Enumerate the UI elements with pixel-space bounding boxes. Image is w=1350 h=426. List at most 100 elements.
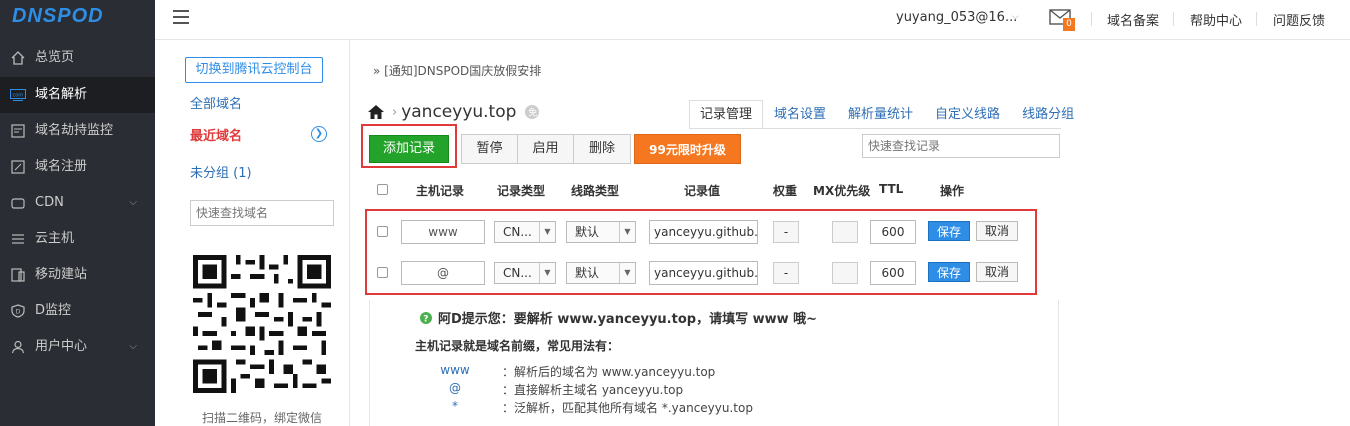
sidebar-item-label: 域名注册 <box>35 159 88 174</box>
host-input[interactable]: @ <box>401 261 485 285</box>
brand-logo[interactable]: DNSPOD <box>12 5 104 28</box>
sidebar-item-dns[interactable]: com 域名解析 <box>0 77 155 113</box>
sidebar-item-label: 域名劫持监控 <box>35 123 114 138</box>
recent-domains-link[interactable]: 最近域名 <box>190 125 242 144</box>
line-type-select[interactable]: 默认 ▼ <box>566 262 636 284</box>
svg-text:com: com <box>13 93 24 99</box>
chevron-right-icon[interactable]: ❯ <box>311 126 327 142</box>
cancel-button[interactable]: 取消 <box>976 262 1018 282</box>
chevron-right-icon: › <box>392 104 398 120</box>
sidebar-item-user-center[interactable]: 用户中心 ⌵ <box>0 329 155 365</box>
record-type-select[interactable]: CN... ▼ <box>494 221 556 243</box>
tip-desc: ：解析后的域名为 www.yanceyyu.top <box>502 365 716 379</box>
register-icon <box>10 159 26 175</box>
divider <box>1173 12 1174 26</box>
record-value-input[interactable]: yanceyyu.github.io <box>649 261 758 285</box>
monitor-icon <box>10 123 26 139</box>
select-value: CN... <box>503 266 532 280</box>
sidebar-item-hijack-monitor[interactable]: 域名劫持监控 <box>0 113 155 149</box>
free-plan-icon: 免 <box>525 105 540 119</box>
save-button[interactable]: 保存 <box>928 221 970 241</box>
select-all-checkbox[interactable] <box>377 184 388 195</box>
tip-subtitle: 主机记录就是域名前缀，常见用法有： <box>415 339 620 353</box>
enable-button[interactable]: 启用 <box>518 135 574 163</box>
dns-icon: com <box>10 87 26 103</box>
highlight-box: www CN... ▼ 默认 ▼ yanceyyu.github.io - 600 … <box>365 209 1037 295</box>
record-action-group: 暂停 启用 删除 <box>461 134 631 164</box>
feedback-link[interactable]: 问题反馈 <box>1273 10 1325 29</box>
sidebar-item-label: CDN <box>35 195 64 210</box>
sidebar-item-cdn[interactable]: CDN ⌵ <box>0 185 155 221</box>
svg-text:D: D <box>16 309 21 316</box>
ttl-input[interactable]: 600 <box>870 220 916 244</box>
tab-query-stats[interactable]: 解析量统计 <box>837 100 924 128</box>
domain-panel: 切换到腾讯云控制台 全部域名 最近域名 ❯ 未分组 (1) 扫描二维码，绑定微信 <box>155 40 350 426</box>
divider <box>1256 12 1257 26</box>
icp-filing-link[interactable]: 域名备案 <box>1107 10 1159 29</box>
line-type-select[interactable]: 默认 ▼ <box>566 221 636 243</box>
record-search-input[interactable] <box>862 134 1060 158</box>
weight-field: - <box>773 221 799 243</box>
tab-domain-settings[interactable]: 域名设置 <box>763 100 837 128</box>
sidebar: DNSPOD 总览页 com 域名解析 域名劫持监控 域名注册 CDN ⌵ 云主… <box>0 0 155 426</box>
caret-down-icon: ▼ <box>619 222 635 242</box>
tab-line-groups[interactable]: 线路分组 <box>1011 100 1085 128</box>
domain-search-input[interactable] <box>190 200 334 226</box>
help-center-link[interactable]: 帮助中心 <box>1190 10 1242 29</box>
home-icon <box>10 50 26 66</box>
menu-toggle-icon[interactable] <box>173 10 189 24</box>
home-icon[interactable] <box>368 105 384 119</box>
mx-priority-field <box>832 221 858 243</box>
add-record-button[interactable]: 添加记录 <box>369 135 449 163</box>
ttl-input[interactable]: 600 <box>870 261 916 285</box>
sidebar-item-label: D监控 <box>35 303 72 318</box>
delete-button[interactable]: 删除 <box>574 135 630 163</box>
cloud-icon <box>10 195 26 211</box>
sidebar-item-cvm[interactable]: 云主机 <box>0 221 155 257</box>
sidebar-item-mobile-site[interactable]: 移动建站 <box>0 257 155 293</box>
column-header: 记录值 <box>684 184 721 198</box>
record-value-input[interactable]: yanceyyu.github.io <box>649 220 758 244</box>
host-input[interactable]: www <box>401 220 485 244</box>
help-icon: ? <box>420 311 432 324</box>
record-table-header: 主机记录 记录类型 线路类型 记录值 权重 MX优先级 TTL 操作 <box>351 178 1051 202</box>
table-row: @ CN... ▼ 默认 ▼ yanceyyu.github.io - 600 保存… <box>367 252 1035 293</box>
mobile-icon <box>10 267 26 283</box>
tab-underline <box>689 128 1061 129</box>
all-domains-link[interactable]: 全部域名 <box>190 93 242 112</box>
sidebar-item-d-monitor[interactable]: D D监控 <box>0 293 155 329</box>
row-checkbox[interactable] <box>377 267 388 278</box>
sidebar-item-label: 总览页 <box>35 50 75 65</box>
tip-desc: ：直接解析主域名 yanceyyu.top <box>502 383 684 397</box>
weight-field: - <box>773 262 799 284</box>
record-type-select[interactable]: CN... ▼ <box>494 262 556 284</box>
topbar: yuyang_053@16... ⌵ 0 域名备案 帮助中心 问题反馈 <box>155 0 1350 40</box>
wechat-qr-code <box>193 255 331 393</box>
tab-record-management[interactable]: 记录管理 <box>689 100 764 128</box>
pause-button[interactable]: 暂停 <box>462 135 518 163</box>
tip-key: @ <box>449 381 461 395</box>
notice-link[interactable]: » [通知]DNSPOD国庆放假安排 <box>373 62 541 79</box>
svg-text:?: ? <box>423 314 428 324</box>
mail-count-badge: 0 <box>1063 18 1075 31</box>
row-checkbox[interactable] <box>377 226 388 237</box>
record-tabs: 记录管理 域名设置 解析量统计 自定义线路 线路分组 <box>689 100 1085 128</box>
user-icon <box>10 339 26 355</box>
chevron-down-icon: ⌵ <box>129 197 137 208</box>
user-account-menu[interactable]: yuyang_053@16... <box>896 10 1017 25</box>
save-button[interactable]: 保存 <box>928 262 970 282</box>
server-icon <box>10 231 26 247</box>
sidebar-item-label: 云主机 <box>35 231 75 246</box>
sidebar-item-register[interactable]: 域名注册 <box>0 149 155 185</box>
upgrade-button[interactable]: 99元限时升级 <box>634 134 741 164</box>
mail-button[interactable]: 0 <box>1049 8 1077 32</box>
sidebar-item-overview[interactable]: 总览页 <box>0 40 155 76</box>
chevron-down-icon[interactable]: ⌵ <box>1012 12 1019 22</box>
ungrouped-link[interactable]: 未分组 (1) <box>190 162 252 181</box>
switch-console-button[interactable]: 切换到腾讯云控制台 <box>185 57 323 83</box>
host-record-tips: ? 阿D提示您：要解析 www.yanceyyu.top，请填写 www 哦~ … <box>369 300 1059 426</box>
cancel-button[interactable]: 取消 <box>976 221 1018 241</box>
tab-custom-lines[interactable]: 自定义线路 <box>924 100 1011 128</box>
divider <box>1091 12 1092 26</box>
caret-down-icon: ▼ <box>539 222 555 242</box>
